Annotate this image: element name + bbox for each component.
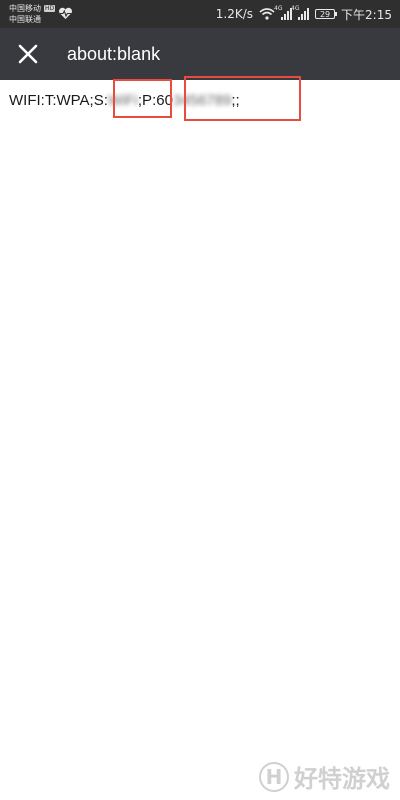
hd-badge: HD: [44, 5, 56, 12]
signal-strength-2-icon: 4G: [291, 5, 310, 20]
signal-tag-1: 4G: [274, 5, 283, 12]
carrier-info: 中国移动 HD 中国联通: [9, 3, 56, 25]
signal-tag-2: 4G: [291, 5, 300, 12]
carrier-1-name: 中国移动: [9, 4, 41, 13]
network-speed: 1.2K/s: [215, 7, 254, 21]
watermark: H 好特游戏: [259, 759, 390, 794]
watermark-text: 好特游戏: [294, 765, 390, 793]
wifi-icon: [259, 8, 275, 20]
ssid-highlight-box: [113, 79, 172, 118]
battery-icon: 29: [315, 9, 338, 19]
heart-rate-icon: [59, 7, 72, 19]
watermark-logo: H: [259, 761, 289, 792]
close-button[interactable]: [14, 40, 42, 68]
close-icon: [18, 44, 38, 64]
status-bar: 中国移动 HD 中国联通 1.2K/s 4G 4G 29 下午2:15: [0, 0, 400, 28]
page-title: about:blank: [67, 44, 161, 64]
clock: 下午2:15: [341, 7, 392, 22]
password-highlight-box: [184, 76, 301, 121]
status-right: 1.2K/s 4G 4G 29 下午2:15: [216, 0, 392, 28]
wifi-prefix: WIFI:T:WPA;S:: [9, 92, 108, 109]
carrier-2-name: 中国联通: [9, 15, 41, 24]
browser-toolbar: about:blank: [0, 28, 400, 80]
